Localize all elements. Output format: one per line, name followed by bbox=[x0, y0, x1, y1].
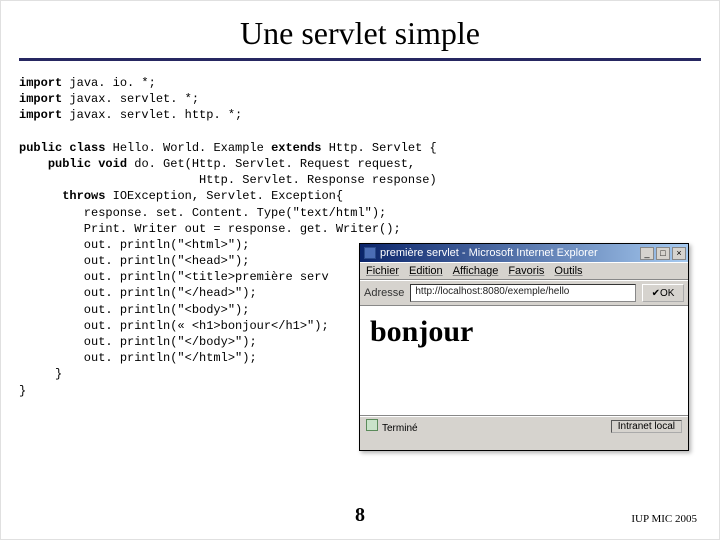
address-label: Adresse bbox=[364, 287, 404, 299]
slide-title: Une servlet simple bbox=[240, 15, 480, 52]
page-heading: bonjour bbox=[370, 315, 678, 349]
go-button[interactable]: ✔OK bbox=[642, 284, 684, 302]
kw-import: import bbox=[19, 108, 62, 122]
code-fragment: } bbox=[19, 384, 26, 398]
browser-window: première servlet - Microsoft Internet Ex… bbox=[359, 243, 689, 451]
slide: Une servlet simple import java. io. *; i… bbox=[0, 0, 720, 540]
browser-statusbar: Terminé Intranet local bbox=[360, 416, 688, 436]
kw-void: void bbox=[98, 157, 127, 171]
status-text: Terminé bbox=[382, 423, 418, 434]
kw-import: import bbox=[19, 76, 62, 90]
kw-extends: extends bbox=[271, 141, 321, 155]
code-fragment: } bbox=[19, 367, 62, 381]
address-input[interactable]: http://localhost:8080/exemple/hello bbox=[410, 284, 636, 302]
browser-menubar: Fichier Edition Affichage Favoris Outils bbox=[360, 262, 688, 280]
browser-titlebar: première servlet - Microsoft Internet Ex… bbox=[360, 244, 688, 262]
maximize-button[interactable]: □ bbox=[656, 247, 670, 260]
kw-throws: throws bbox=[62, 189, 105, 203]
menu-edit[interactable]: Edition bbox=[409, 265, 443, 277]
code-fragment: javax. servlet. *; bbox=[62, 92, 199, 106]
code-fragment: out. println("<html>"); bbox=[19, 238, 249, 252]
status-left: Terminé bbox=[366, 419, 418, 434]
code-fragment: Hello. World. Example bbox=[105, 141, 271, 155]
code-fragment: out. println("</body>"); bbox=[19, 335, 257, 349]
code-fragment: Http. Servlet. Response response) bbox=[19, 173, 437, 187]
menu-view[interactable]: Affichage bbox=[453, 265, 499, 277]
browser-addressbar: Adresse http://localhost:8080/exemple/he… bbox=[360, 280, 688, 306]
code-fragment: response. set. Content. Type("text/html"… bbox=[19, 206, 386, 220]
menu-favorites[interactable]: Favoris bbox=[508, 265, 544, 277]
kw-class: class bbox=[69, 141, 105, 155]
go-label: OK bbox=[660, 288, 674, 299]
code-fragment: out. println("</html>"); bbox=[19, 351, 257, 365]
close-button[interactable]: × bbox=[672, 247, 686, 260]
minimize-button[interactable]: _ bbox=[640, 247, 654, 260]
done-icon bbox=[366, 419, 378, 431]
title-area: Une servlet simple bbox=[1, 1, 719, 52]
code-fragment: out. println("<body>"); bbox=[19, 303, 249, 317]
window-controls: _ □ × bbox=[640, 247, 686, 260]
code-fragment: out. println(« <h1>bonjour</h1>"); bbox=[19, 319, 329, 333]
code-fragment: Print. Writer out = response. get. Write… bbox=[19, 222, 401, 236]
kw-public: public bbox=[19, 141, 62, 155]
page-number: 8 bbox=[1, 504, 719, 527]
code-fragment: out. println("<title>première serv bbox=[19, 270, 329, 284]
code-fragment: do. Get(Http. Servlet. Request request, bbox=[127, 157, 415, 171]
menu-tools[interactable]: Outils bbox=[554, 265, 582, 277]
code-fragment: java. io. *; bbox=[62, 76, 156, 90]
footer-text: IUP MIC 2005 bbox=[631, 513, 697, 525]
kw-import: import bbox=[19, 92, 62, 106]
code-fragment: IOException, Servlet. Exception{ bbox=[105, 189, 343, 203]
kw-public: public bbox=[48, 157, 91, 171]
code-fragment: out. println("</head>"); bbox=[19, 286, 257, 300]
code-fragment: out. println("<head>"); bbox=[19, 254, 249, 268]
menu-file[interactable]: Fichier bbox=[366, 265, 399, 277]
browser-title: première servlet - Microsoft Internet Ex… bbox=[380, 247, 636, 259]
security-zone: Intranet local bbox=[611, 420, 682, 433]
code-fragment: Http. Servlet { bbox=[322, 141, 437, 155]
code-fragment: javax. servlet. http. *; bbox=[62, 108, 242, 122]
browser-viewport: bonjour bbox=[360, 306, 688, 416]
ie-icon bbox=[364, 247, 376, 259]
